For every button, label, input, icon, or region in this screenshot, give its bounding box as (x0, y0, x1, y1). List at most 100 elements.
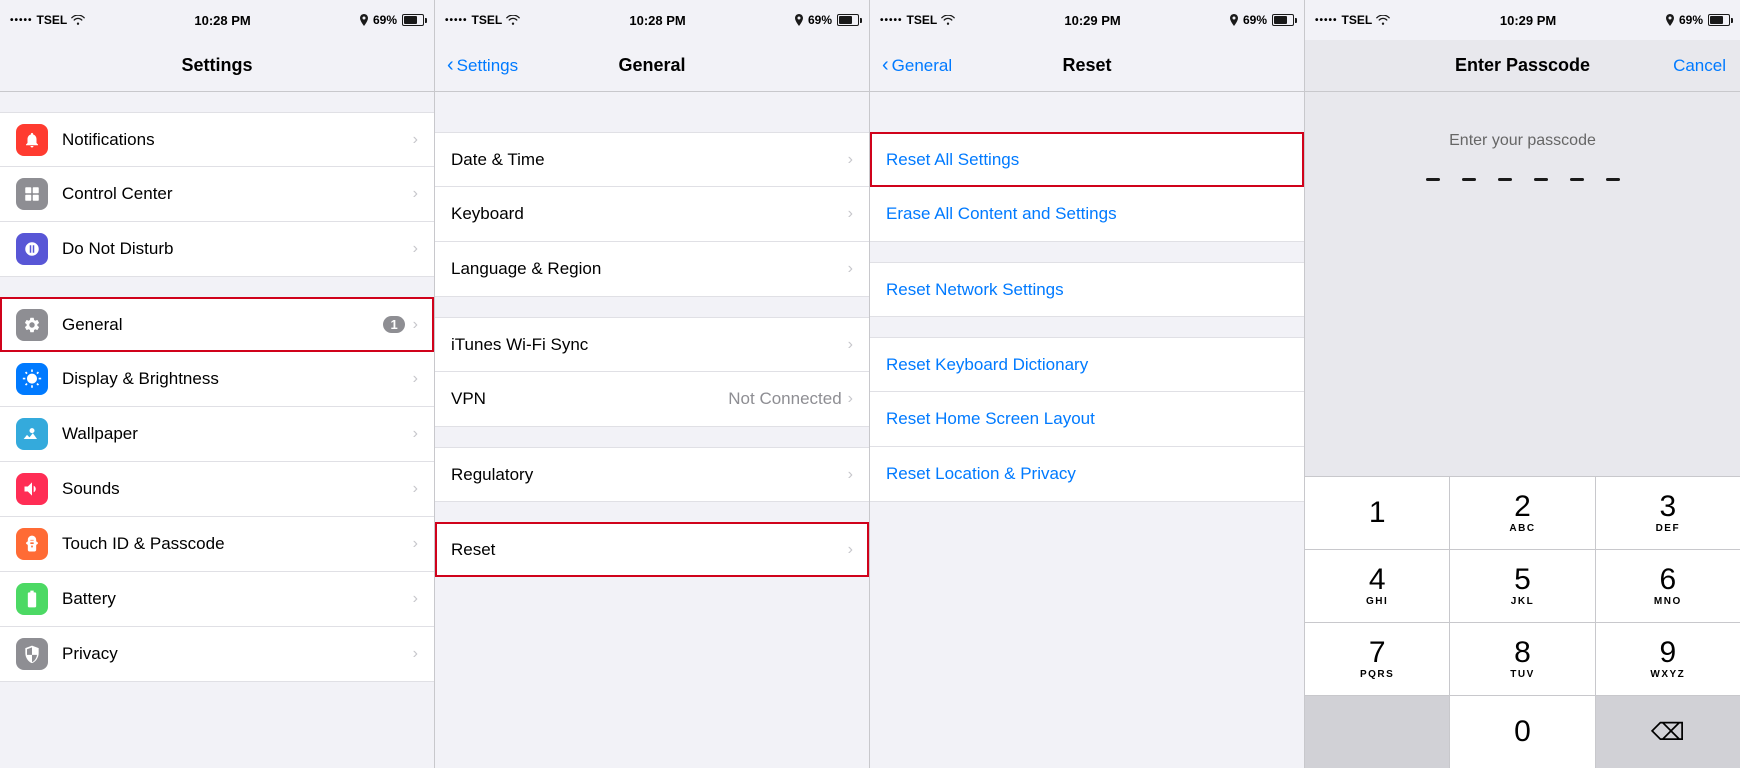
back-label: Settings (457, 56, 518, 76)
status-bar: •••••TSEL 10:28 PM 69% (0, 0, 434, 40)
battery-percent: 69% (808, 13, 832, 27)
chevron-icon: › (413, 590, 418, 608)
passcode-panel: •••••TSEL10:29 PM69% Enter Passcode Canc… (1305, 0, 1740, 768)
regulatory-row[interactable]: Regulatory› (435, 447, 869, 502)
touch-id-label: Touch ID & Passcode (62, 534, 413, 554)
passcode-hint: Enter your passcode (1449, 132, 1596, 150)
reset-location-and-privacy-row[interactable]: Reset Location & Privacy (870, 447, 1304, 502)
status-carrier: •••••TSEL (1315, 13, 1390, 27)
chevron-icon: › (413, 425, 418, 443)
settings-section-main: General 1 › Display & Brightness › Wallp… (0, 297, 434, 682)
general-back-button[interactable]: ‹ General (882, 56, 952, 76)
key-2[interactable]: 2ABC (1450, 477, 1595, 549)
chevron-icon: › (413, 370, 418, 388)
reset-network-settings-row[interactable]: Reset Network Settings (870, 262, 1304, 317)
key-5[interactable]: 5JKL (1450, 550, 1595, 622)
keypad-row: 12ABC3DEF (1305, 477, 1740, 550)
key-letters: JKL (1511, 596, 1534, 607)
key-6[interactable]: 6MNO (1596, 550, 1740, 622)
notifications-label: Notifications (62, 130, 413, 150)
settings-back-button[interactable]: ‹ Settings (447, 56, 518, 76)
keypad: 12ABC3DEF4GHI5JKL6MNO7PQRS8TUV9WXYZ0⌫ (1305, 476, 1740, 768)
key-7[interactable]: 7PQRS (1305, 623, 1450, 695)
reset-item-label: Reset Home Screen Layout (886, 409, 1288, 429)
delete-key[interactable]: ⌫ (1596, 696, 1740, 768)
passcode-dot (1462, 178, 1476, 181)
reset-all-settings-row[interactable]: Reset All Settings (870, 132, 1304, 187)
reset-section-1: Reset All Settings Erase All Content and … (870, 132, 1304, 242)
key-9[interactable]: 9WXYZ (1596, 623, 1740, 695)
key-number: 2 (1514, 492, 1531, 522)
key-number: 9 (1659, 638, 1676, 668)
control-center-icon (16, 178, 48, 210)
general-list: Date & Time›Keyboard›Language & Region›i… (435, 92, 869, 768)
reset-home-screen-layout-row[interactable]: Reset Home Screen Layout (870, 392, 1304, 447)
status-time: 10:28 PM (194, 13, 250, 28)
battery-percent: 69% (373, 13, 397, 27)
status-indicators: 69% (1230, 13, 1294, 27)
battery-label: Battery (62, 589, 413, 609)
reset-section-2: Reset Network Settings (870, 262, 1304, 317)
notifications-row[interactable]: Notifications › (0, 112, 434, 167)
key-4[interactable]: 4GHI (1305, 550, 1450, 622)
battery-row[interactable]: Battery › (0, 572, 434, 627)
general-section-4: Reset› (435, 522, 869, 577)
key-8[interactable]: 8TUV (1450, 623, 1595, 695)
general-panel: •••••TSEL10:28 PM69% ‹ Settings General … (435, 0, 870, 768)
erase-all-label: Erase All Content and Settings (886, 204, 1288, 224)
wifi-icon (506, 15, 520, 25)
itunes-wifi-sync-row[interactable]: iTunes Wi-Fi Sync› (435, 317, 869, 372)
key-1[interactable]: 1 (1305, 477, 1450, 549)
chevron-icon: › (848, 260, 853, 278)
reset-row[interactable]: Reset› (435, 522, 869, 577)
general-icon (16, 309, 48, 341)
status-indicators: 69% (795, 13, 859, 27)
settings-list: Notifications › Control Center › Do Not … (0, 92, 434, 768)
general-item-label: Date & Time (451, 150, 848, 170)
touch-id-icon (16, 528, 48, 560)
general-keyboard-row[interactable]: Keyboard› (435, 187, 869, 242)
reset-keyboard-dictionary-row[interactable]: Reset Keyboard Dictionary (870, 337, 1304, 392)
general-language-and-region-row[interactable]: Language & Region› (435, 242, 869, 297)
chevron-icon: › (848, 466, 853, 484)
reset-all-settings-label: Reset All Settings (886, 150, 1288, 170)
control-center-row[interactable]: Control Center › (0, 167, 434, 222)
chevron-icon: › (413, 240, 418, 258)
cancel-button[interactable]: Cancel (1673, 56, 1726, 76)
passcode-display-area: Enter your passcode (1305, 92, 1740, 476)
status-bar: •••••TSEL10:28 PM69% (435, 0, 869, 40)
key-letters: WXYZ (1650, 669, 1685, 680)
key-number: 7 (1369, 638, 1386, 668)
passcode-dot (1426, 178, 1440, 181)
chevron-icon: › (413, 480, 418, 498)
key-number: 1 (1369, 498, 1386, 528)
key-letters: DEF (1656, 523, 1681, 534)
reset-list: Reset All Settings Erase All Content and … (870, 92, 1304, 768)
chevron-icon: › (848, 390, 853, 408)
key-3[interactable]: 3DEF (1596, 477, 1740, 549)
status-carrier: •••••TSEL (10, 13, 85, 27)
wallpaper-row[interactable]: Wallpaper › (0, 407, 434, 462)
general-date-and-time-row[interactable]: Date & Time› (435, 132, 869, 187)
do-not-disturb-row[interactable]: Do Not Disturb › (0, 222, 434, 277)
touch-id-row[interactable]: Touch ID & Passcode › (0, 517, 434, 572)
sounds-row[interactable]: Sounds › (0, 462, 434, 517)
notifications-icon (16, 124, 48, 156)
wifi-icon (71, 15, 85, 25)
key-0[interactable]: 0 (1450, 696, 1595, 768)
vpn-row[interactable]: VPNNot Connected› (435, 372, 869, 427)
reset-label: Reset (451, 540, 848, 560)
reset-item-label: Reset Keyboard Dictionary (886, 355, 1288, 375)
privacy-row[interactable]: Privacy › (0, 627, 434, 682)
passcode-navbar: Enter Passcode Cancel (1305, 40, 1740, 92)
sounds-icon (16, 473, 48, 505)
carrier-dots: ••••• (880, 15, 903, 26)
key-letters: ABC (1509, 523, 1535, 534)
control-center-label: Control Center (62, 184, 413, 204)
display-brightness-row[interactable]: Display & Brightness › (0, 352, 434, 407)
general-row[interactable]: General 1 › (0, 297, 434, 352)
delete-icon: ⌫ (1651, 718, 1685, 747)
battery-indicator (1708, 14, 1730, 26)
status-bar: •••••TSEL10:29 PM69% (870, 0, 1304, 40)
erase-all-content-row[interactable]: Erase All Content and Settings (870, 187, 1304, 242)
